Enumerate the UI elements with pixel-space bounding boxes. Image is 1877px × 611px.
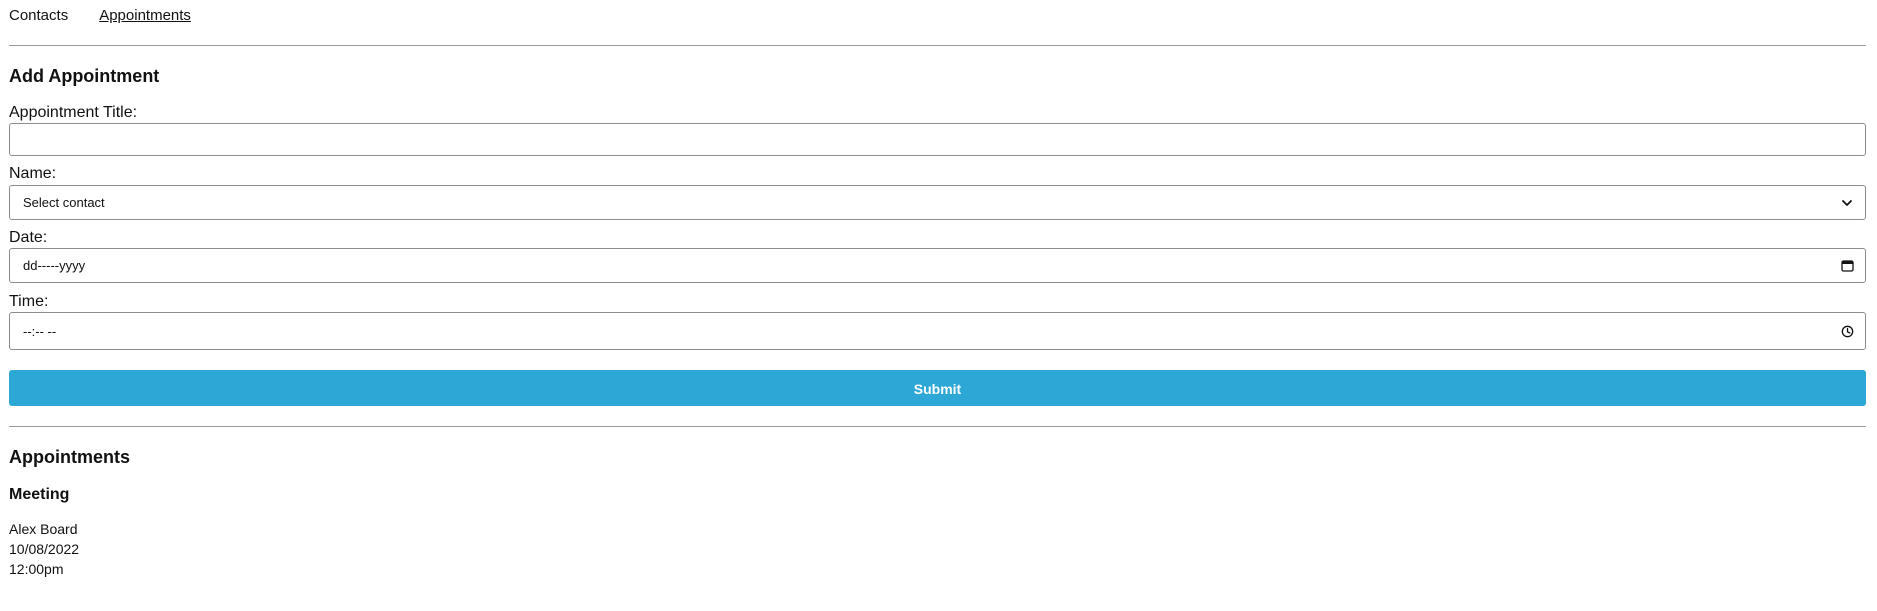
- calendar-icon[interactable]: [1840, 259, 1854, 273]
- appointment-title-field[interactable]: [9, 123, 1866, 156]
- clock-icon[interactable]: [1840, 324, 1854, 338]
- nav-link-appointments[interactable]: Appointments: [99, 7, 191, 24]
- contact-select-value: Select contact: [23, 195, 105, 210]
- name-label: Name:: [9, 165, 57, 182]
- time-label: Time:: [9, 293, 49, 310]
- appointment-item-date: 10/08/2022: [9, 541, 80, 557]
- top-nav: Contacts Appointments: [9, 7, 191, 24]
- date-label: Date:: [9, 229, 48, 246]
- date-placeholder: dd-----yyyy: [23, 258, 86, 273]
- page: Contacts Appointments Add Appointment Ap…: [0, 0, 1877, 611]
- appointment-item-contact: Alex Board: [9, 521, 78, 537]
- date-field[interactable]: dd-----yyyy: [9, 248, 1866, 283]
- appointment-item-title: Meeting: [9, 486, 70, 503]
- appointment-title-label: Appointment Title:: [9, 104, 138, 121]
- appointment-title-input[interactable]: [23, 124, 1852, 155]
- appointment-item-time: 12:00pm: [9, 561, 64, 577]
- contact-select[interactable]: Select contact: [9, 185, 1866, 220]
- add-appointment-heading: Add Appointment: [9, 66, 160, 86]
- divider-middle: [9, 426, 1866, 427]
- divider-top: [9, 45, 1866, 46]
- nav-link-contacts[interactable]: Contacts: [9, 7, 68, 24]
- submit-button[interactable]: Submit: [9, 370, 1866, 406]
- time-placeholder: --:-- --: [23, 323, 57, 339]
- chevron-down-icon: [1840, 196, 1854, 210]
- time-field[interactable]: --:-- --: [9, 312, 1866, 350]
- appointments-heading: Appointments: [9, 447, 130, 467]
